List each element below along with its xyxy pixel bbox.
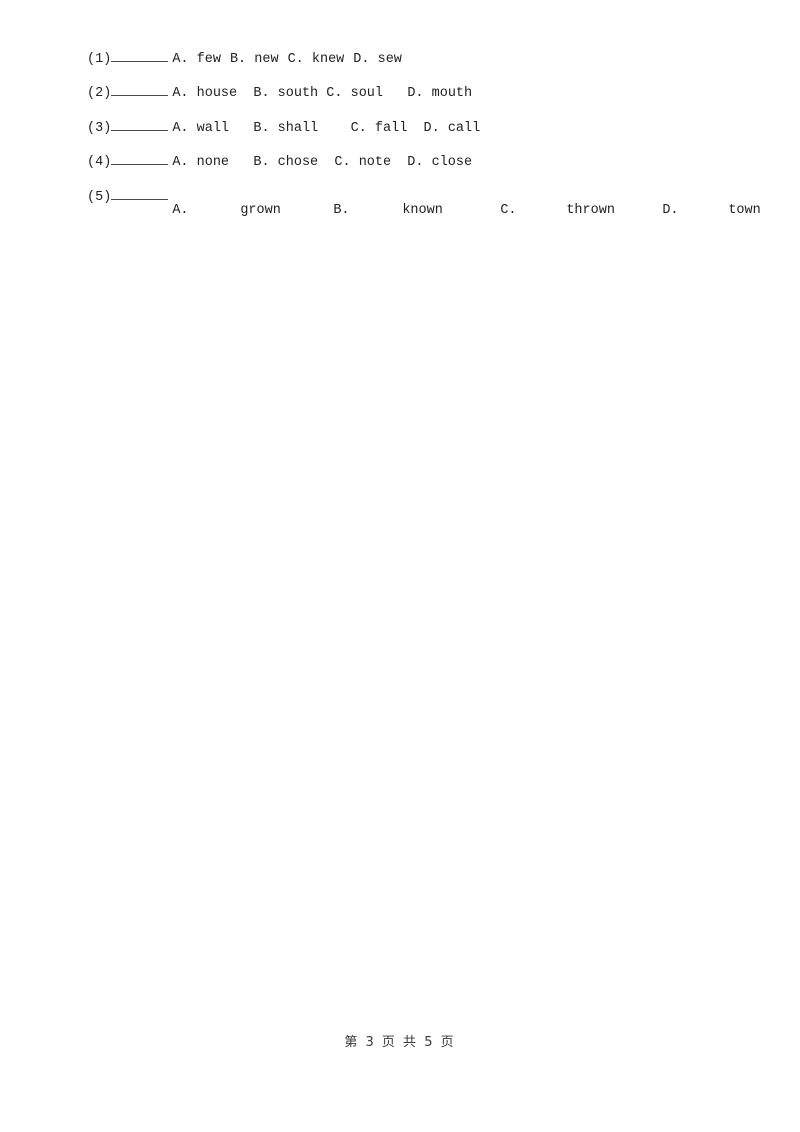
option-word: shall (277, 120, 319, 136)
option-word: call (447, 120, 481, 136)
answer-blank[interactable] (111, 151, 169, 166)
option-word: south (277, 86, 319, 102)
option-word: sew (377, 52, 402, 67)
question-number: (4) (87, 155, 112, 171)
question-row: (2) A. house B. south C. soul D. mouth (87, 82, 767, 116)
option-word: thrown (566, 202, 615, 218)
question-row: (1) A. few B. new C. knew D. sew (87, 48, 767, 82)
option-letter: C. (350, 120, 367, 136)
answer-blank[interactable] (111, 82, 169, 97)
option-word: soul (350, 86, 383, 102)
option-c: C. soul (326, 83, 383, 105)
option-letter: C. (287, 52, 304, 67)
option-letter: C. (334, 155, 351, 171)
option-word: wall (196, 120, 230, 136)
option-c: C. note (334, 152, 391, 174)
question-list: (1) A. few B. new C. knew D. sew (2) A. ho… (87, 48, 767, 220)
answer-blank[interactable] (111, 48, 169, 62)
option-d: D. call (424, 118, 481, 140)
question-row: (3) A. wall B. shall C. fall D. call (87, 117, 767, 151)
option-letter: B. (253, 120, 270, 136)
question-number: (5) (87, 189, 112, 205)
option-letter: A. (172, 120, 189, 136)
option-word: grown (240, 202, 281, 218)
option-b: B. new (230, 49, 279, 71)
option-a: A. few (172, 49, 221, 71)
option-word: fall (374, 120, 408, 136)
option-a: A. none (172, 152, 229, 174)
option-letter: B. (253, 86, 270, 102)
option-c: C. fall (351, 118, 408, 140)
option-word: note (358, 155, 392, 171)
option-letter: B. (333, 202, 350, 218)
option-word: few (196, 52, 221, 67)
option-a: A. house (172, 83, 237, 105)
option-b: B. chose (253, 152, 318, 174)
option-letter: B. (253, 155, 270, 171)
option-word: town (728, 202, 761, 218)
answer-blank[interactable] (111, 117, 169, 131)
option-letter: D. (407, 155, 424, 171)
option-word: close (431, 155, 473, 171)
answer-blank[interactable] (111, 186, 169, 200)
page-footer: 第 3 页 共 5 页 (344, 1035, 456, 1050)
option-letter: A. (172, 202, 189, 218)
option-word: none (196, 155, 230, 171)
option-letter: A. (172, 155, 189, 171)
option-letter: C. (326, 86, 343, 102)
question-row: (4) A. none B. chose C. note D. close (87, 151, 767, 185)
option-word: house (196, 86, 238, 102)
question-row: (5) A. grown B. known C. thrown D. town (87, 186, 767, 220)
question-number: (2) (87, 86, 112, 102)
option-b: B. south (253, 83, 318, 105)
option-letter: D. (423, 120, 440, 136)
question-number: (3) (87, 120, 112, 136)
option-letter: D. (662, 202, 679, 218)
option-word: known (402, 202, 443, 218)
question-number: (1) (87, 52, 112, 67)
option-word: mouth (431, 86, 473, 102)
option-word: knew (311, 52, 345, 67)
option-letter: A. (172, 86, 189, 102)
option-b: B. shall (253, 118, 318, 140)
option-d: D. sew (353, 49, 402, 71)
option-d: D. mouth (407, 83, 472, 105)
option-c: C. knew (288, 49, 345, 71)
option-d: D. close (407, 152, 472, 174)
option-letter: B. (229, 52, 247, 67)
option-word: chose (277, 155, 319, 171)
option-letter: D. (407, 86, 424, 102)
option-letter: C. (500, 202, 517, 218)
option-word: new (254, 52, 279, 67)
option-a: A. wall (172, 118, 229, 140)
document-page: (1) A. few B. new C. knew D. sew (2) A. ho… (0, 0, 800, 1132)
option-letter: D. (353, 52, 370, 67)
option-letter: A. (172, 52, 189, 67)
